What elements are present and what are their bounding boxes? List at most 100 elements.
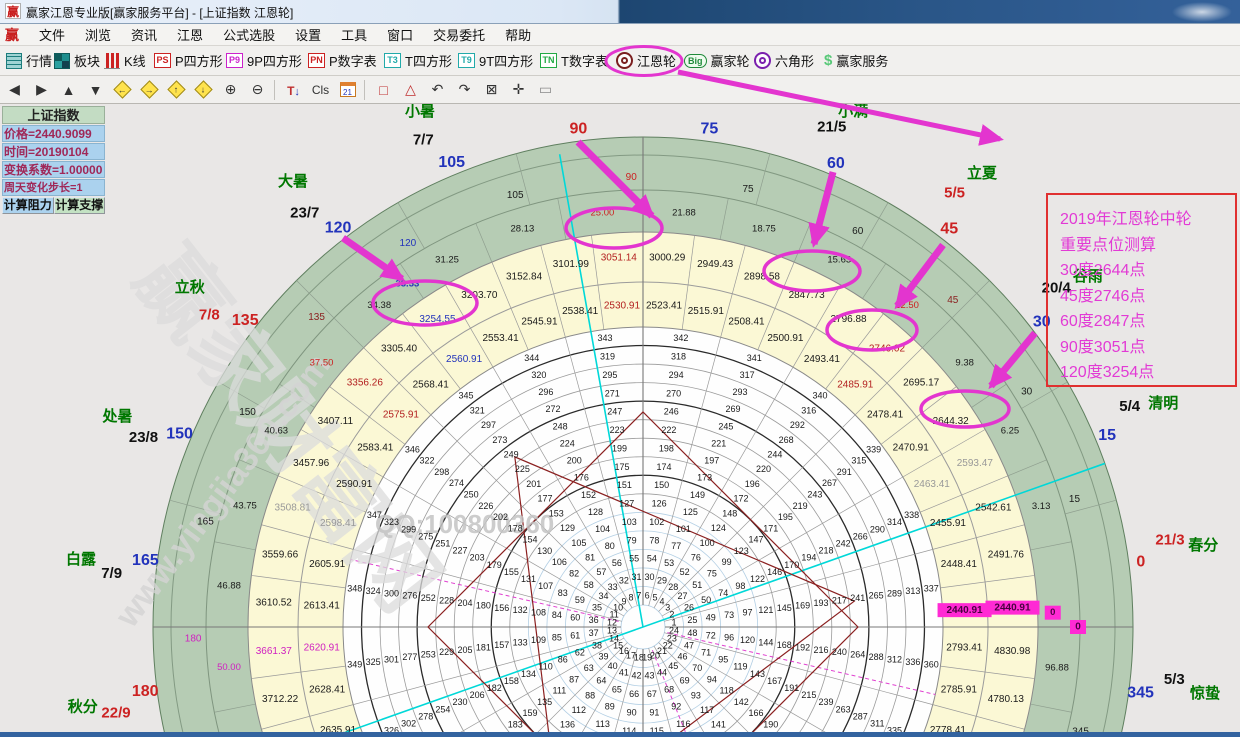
cls-button[interactable]: Cls (308, 79, 333, 101)
market-quotes-button[interactable]: 行情 (6, 46, 52, 75)
svg-text:2628.41: 2628.41 (309, 684, 346, 695)
svg-text:321: 321 (470, 405, 485, 415)
pointer-up-icon[interactable]: ▲ (56, 79, 81, 101)
svg-text:28: 28 (668, 582, 678, 592)
svg-text:2695.17: 2695.17 (903, 378, 940, 389)
svg-text:239: 239 (818, 697, 833, 707)
price-axis-icon[interactable]: T↓ (281, 79, 306, 101)
svg-text:2515.91: 2515.91 (688, 306, 725, 317)
svg-text:27: 27 (678, 591, 688, 601)
svg-text:2620.91: 2620.91 (304, 643, 341, 654)
gann-wheel-chart[interactable]: 赢家财富网www.yingjia360.comQQ:10080036012345… (0, 104, 1240, 737)
svg-text:2644.32: 2644.32 (933, 416, 970, 427)
app-logo-icon: 赢 (5, 3, 21, 19)
menu-item-5[interactable]: 公式选股 (213, 25, 285, 44)
svg-text:70: 70 (692, 663, 702, 673)
svg-text:清明: 清明 (1148, 394, 1178, 412)
svg-text:2605.91: 2605.91 (309, 559, 346, 570)
menu-item-9[interactable]: 交易委托 (423, 25, 495, 44)
t-square-button[interactable]: T3T四方形 (384, 46, 452, 75)
gann-wheel-button-label: 江恩轮 (637, 51, 676, 70)
svg-text:242: 242 (836, 538, 851, 548)
svg-text:37: 37 (589, 628, 599, 638)
menu-item-7[interactable]: 工具 (331, 25, 377, 44)
svg-text:274: 274 (449, 478, 464, 488)
calendar-icon[interactable]: 21 (335, 79, 360, 101)
presentation-icon[interactable]: ▭ (533, 79, 558, 101)
calc-support-button[interactable]: 计算支撑 (54, 197, 106, 214)
menu-item-1[interactable]: 文件 (29, 25, 75, 44)
svg-text:立夏: 立夏 (967, 164, 998, 182)
zoom-in-icon[interactable]: ⊕ (218, 79, 243, 101)
p-square-button-icon: PS (154, 53, 171, 68)
calc-resistance-button[interactable]: 计算阻力 (2, 197, 54, 214)
svg-text:243: 243 (807, 490, 822, 500)
svg-text:201: 201 (526, 479, 541, 489)
delete-box-icon[interactable]: ⊠ (479, 79, 504, 101)
window-title: 赢家江恩专业版[赢家服务平台] - [上证指数 江恩轮] (26, 4, 293, 21)
svg-text:267: 267 (822, 478, 837, 488)
p-square-button[interactable]: PSP四方形 (154, 46, 223, 75)
next-arrow-icon[interactable]: ▶ (29, 79, 54, 101)
svg-text:2478.41: 2478.41 (867, 409, 904, 420)
kline-button[interactable]: K线 (104, 46, 146, 75)
winner-wheel-button[interactable]: Big赢家轮 (684, 46, 750, 75)
zoom-out-icon[interactable]: ⊖ (245, 79, 270, 101)
svg-text:24: 24 (669, 625, 679, 635)
svg-text:299: 299 (401, 524, 416, 534)
svg-text:174: 174 (656, 462, 671, 472)
rotate-ccw-icon[interactable]: ↶ (425, 79, 450, 101)
svg-text:99: 99 (722, 557, 732, 567)
svg-text:4830.98: 4830.98 (994, 646, 1031, 657)
svg-text:2613.41: 2613.41 (304, 601, 341, 612)
triangle-tool-icon[interactable]: △ (398, 79, 423, 101)
winner-service-button[interactable]: $赢家服务 (824, 46, 888, 75)
menu-logo-icon: 赢 (5, 25, 19, 45)
menu-item-4[interactable]: 江恩 (167, 25, 213, 44)
rotate-cw-icon[interactable]: ↷ (452, 79, 477, 101)
9t-square-button[interactable]: T99T四方形 (458, 46, 533, 75)
menu-item-6[interactable]: 设置 (285, 25, 331, 44)
svg-text:105: 105 (571, 538, 586, 548)
menu-item-10[interactable]: 帮助 (495, 25, 541, 44)
menu-item-2[interactable]: 浏览 (75, 25, 121, 44)
pan-down-icon[interactable]: ↓ (191, 79, 216, 101)
svg-text:白露: 白露 (66, 550, 97, 568)
svg-text:200: 200 (567, 456, 582, 466)
9p-square-button[interactable]: P99P四方形 (226, 46, 302, 75)
svg-text:118: 118 (719, 686, 733, 696)
svg-text:342: 342 (673, 333, 688, 343)
pan-left-icon[interactable]: ← (110, 79, 135, 101)
sectors-button[interactable]: 板块 (54, 46, 100, 75)
prev-arrow-icon[interactable]: ◀ (2, 79, 27, 101)
svg-text:94: 94 (707, 674, 717, 684)
svg-text:276: 276 (402, 591, 417, 601)
svg-text:74: 74 (718, 588, 728, 598)
pointer-down-icon[interactable]: ▼ (83, 79, 108, 101)
svg-text:324: 324 (366, 586, 381, 596)
menu-item-8[interactable]: 窗口 (377, 25, 423, 44)
svg-text:222: 222 (661, 425, 676, 435)
svg-text:317: 317 (740, 370, 755, 380)
svg-text:3356.26: 3356.26 (347, 378, 384, 389)
svg-text:360: 360 (924, 659, 939, 669)
drawing-toolbar: ◀▶▲▼←→↑↓⊕⊖ T↓Cls21 □△↶↷⊠✛▭ (0, 76, 1240, 104)
fit-scale-icon[interactable]: ✛ (506, 79, 531, 101)
gann-wheel-button[interactable]: 江恩轮 (616, 46, 676, 75)
svg-text:205: 205 (457, 645, 472, 655)
svg-text:117: 117 (700, 705, 714, 715)
svg-text:170: 170 (784, 560, 799, 570)
svg-text:297: 297 (481, 420, 496, 430)
menu-item-3[interactable]: 资讯 (121, 25, 167, 44)
callout-line-4: 45度2746点 (1060, 284, 1235, 310)
pan-right-icon[interactable]: → (137, 79, 162, 101)
square-tool-icon[interactable]: □ (371, 79, 396, 101)
svg-text:107: 107 (538, 581, 553, 591)
annotation-callout-box: 2019年江恩轮中轮重要点位测算30度2644点45度2746点60度2847点… (1046, 193, 1237, 387)
p-number-table-button[interactable]: PNP数字表 (308, 46, 377, 75)
t-number-table-button[interactable]: TNT数字表 (540, 46, 608, 75)
svg-text:153: 153 (549, 508, 564, 518)
svg-text:3051.14: 3051.14 (601, 252, 638, 263)
pan-up-icon[interactable]: ↑ (164, 79, 189, 101)
hexagon-button[interactable]: 六角形 (754, 46, 814, 75)
